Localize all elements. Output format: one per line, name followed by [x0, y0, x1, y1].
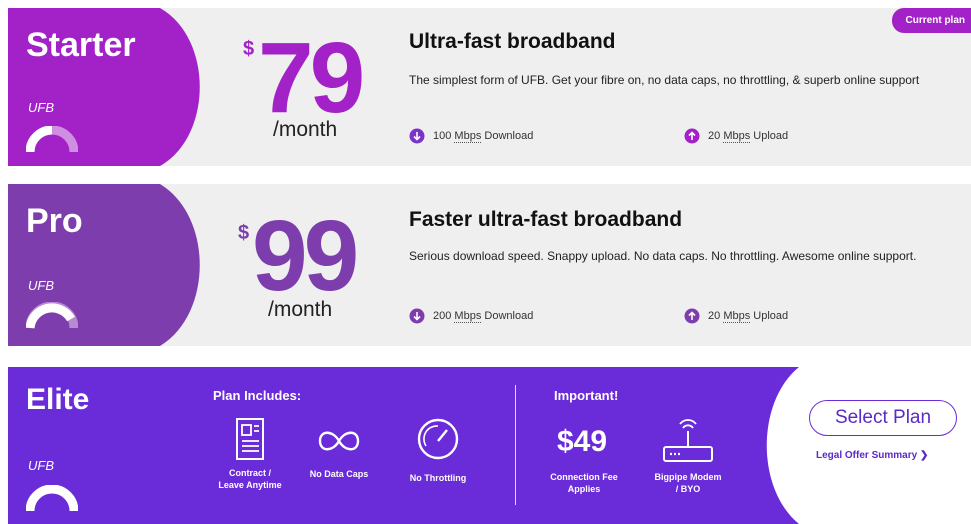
important-heading: Important! — [554, 388, 619, 403]
download-value: 200 — [433, 310, 452, 322]
contract-icon — [236, 418, 264, 460]
include-label: Leave Anytime — [218, 480, 282, 490]
price-amount: 99 — [252, 200, 359, 312]
upload-label: Upload — [753, 310, 789, 322]
plan-name: Elite — [26, 383, 90, 416]
connection-fee-note: Connection Fee Applies — [539, 471, 629, 495]
fee-label: Connection Fee — [550, 472, 618, 482]
upload-arrow-icon — [684, 308, 700, 324]
modem-label: Bigpipe Modem — [654, 472, 722, 482]
mbps-tooltip[interactable]: Mbps — [723, 310, 751, 323]
include-label: No Throttling — [409, 473, 467, 483]
select-plan-area: Select Plan Legal Offer Summary ❯ — [761, 367, 971, 524]
plan-name: Pro — [26, 202, 83, 240]
download-arrow-icon — [409, 128, 425, 144]
mbps-tooltip[interactable]: Mbps — [454, 310, 482, 323]
upload-speed: 20 Mbps Upload — [684, 128, 788, 144]
connection-fee-amount: $49 — [557, 425, 608, 458]
price-period: /month — [273, 118, 338, 141]
fee-label: Applies — [567, 484, 601, 494]
modem-info: Bigpipe Modem / BYO — [638, 417, 738, 495]
include-label: No Data Caps — [309, 469, 369, 479]
speed-gauge-icon — [26, 302, 78, 329]
download-speed: 200 Mbps Download — [409, 308, 533, 324]
current-plan-badge: Current plan — [891, 8, 971, 33]
plan-description: The simplest form of UFB. Get your fibre… — [409, 73, 920, 87]
modem-label: / BYO — [675, 484, 701, 494]
currency-symbol: $ — [238, 222, 250, 244]
speed-gauge-icon — [26, 485, 78, 512]
download-value: 100 — [433, 130, 452, 142]
plan-title: Ultra-fast broadband — [409, 30, 616, 53]
mbps-tooltip[interactable]: Mbps — [454, 130, 482, 143]
include-contract: Contract / Leave Anytime — [208, 417, 292, 491]
upload-value: 20 — [708, 130, 721, 142]
download-label: Download — [484, 130, 534, 142]
download-arrow-icon — [409, 308, 425, 324]
plan-type: UFB — [28, 458, 54, 473]
plan-title: Faster ultra-fast broadband — [409, 208, 683, 231]
plan-name: Starter — [26, 26, 136, 64]
plan-includes-heading: Plan Includes: — [213, 388, 302, 403]
plan-card-starter[interactable]: Starter UFB $ 79 /month Ultra-fast broad… — [8, 8, 971, 166]
router-icon — [663, 419, 713, 462]
plan-card-elite[interactable]: Elite UFB Plan Includes: Contract / Leav… — [8, 367, 971, 524]
download-label: Download — [484, 310, 534, 322]
divider — [515, 385, 516, 505]
plan-card-pro[interactable]: Pro UFB $ 99 /month Faster ultra-fast br… — [8, 184, 971, 346]
speed-gauge-icon — [26, 126, 78, 153]
include-no-data-caps: No Data Caps — [304, 424, 374, 480]
legal-offer-summary-link[interactable]: Legal Offer Summary ❯ — [816, 450, 928, 461]
plan-description: Serious download speed. Snappy upload. N… — [409, 249, 917, 263]
price-period: /month — [268, 298, 333, 321]
chevron-right-icon: ❯ — [919, 450, 929, 461]
infinity-icon — [318, 431, 360, 451]
upload-speed: 20 Mbps Upload — [684, 308, 788, 324]
price-amount: 79 — [258, 22, 365, 134]
legal-link-label: Legal Offer Summary — [816, 450, 918, 461]
upload-label: Upload — [753, 130, 789, 142]
include-label: Contract / — [228, 468, 271, 478]
download-speed: 100 Mbps Download — [409, 128, 533, 144]
plan-type: UFB — [28, 278, 54, 293]
plan-type: UFB — [28, 100, 54, 115]
select-plan-button[interactable]: Select Plan — [809, 400, 957, 436]
include-no-throttling: No Throttling — [398, 417, 478, 484]
speedometer-icon — [417, 418, 459, 460]
currency-symbol: $ — [243, 38, 255, 60]
upload-value: 20 — [708, 310, 721, 322]
upload-arrow-icon — [684, 128, 700, 144]
mbps-tooltip[interactable]: Mbps — [723, 130, 751, 143]
